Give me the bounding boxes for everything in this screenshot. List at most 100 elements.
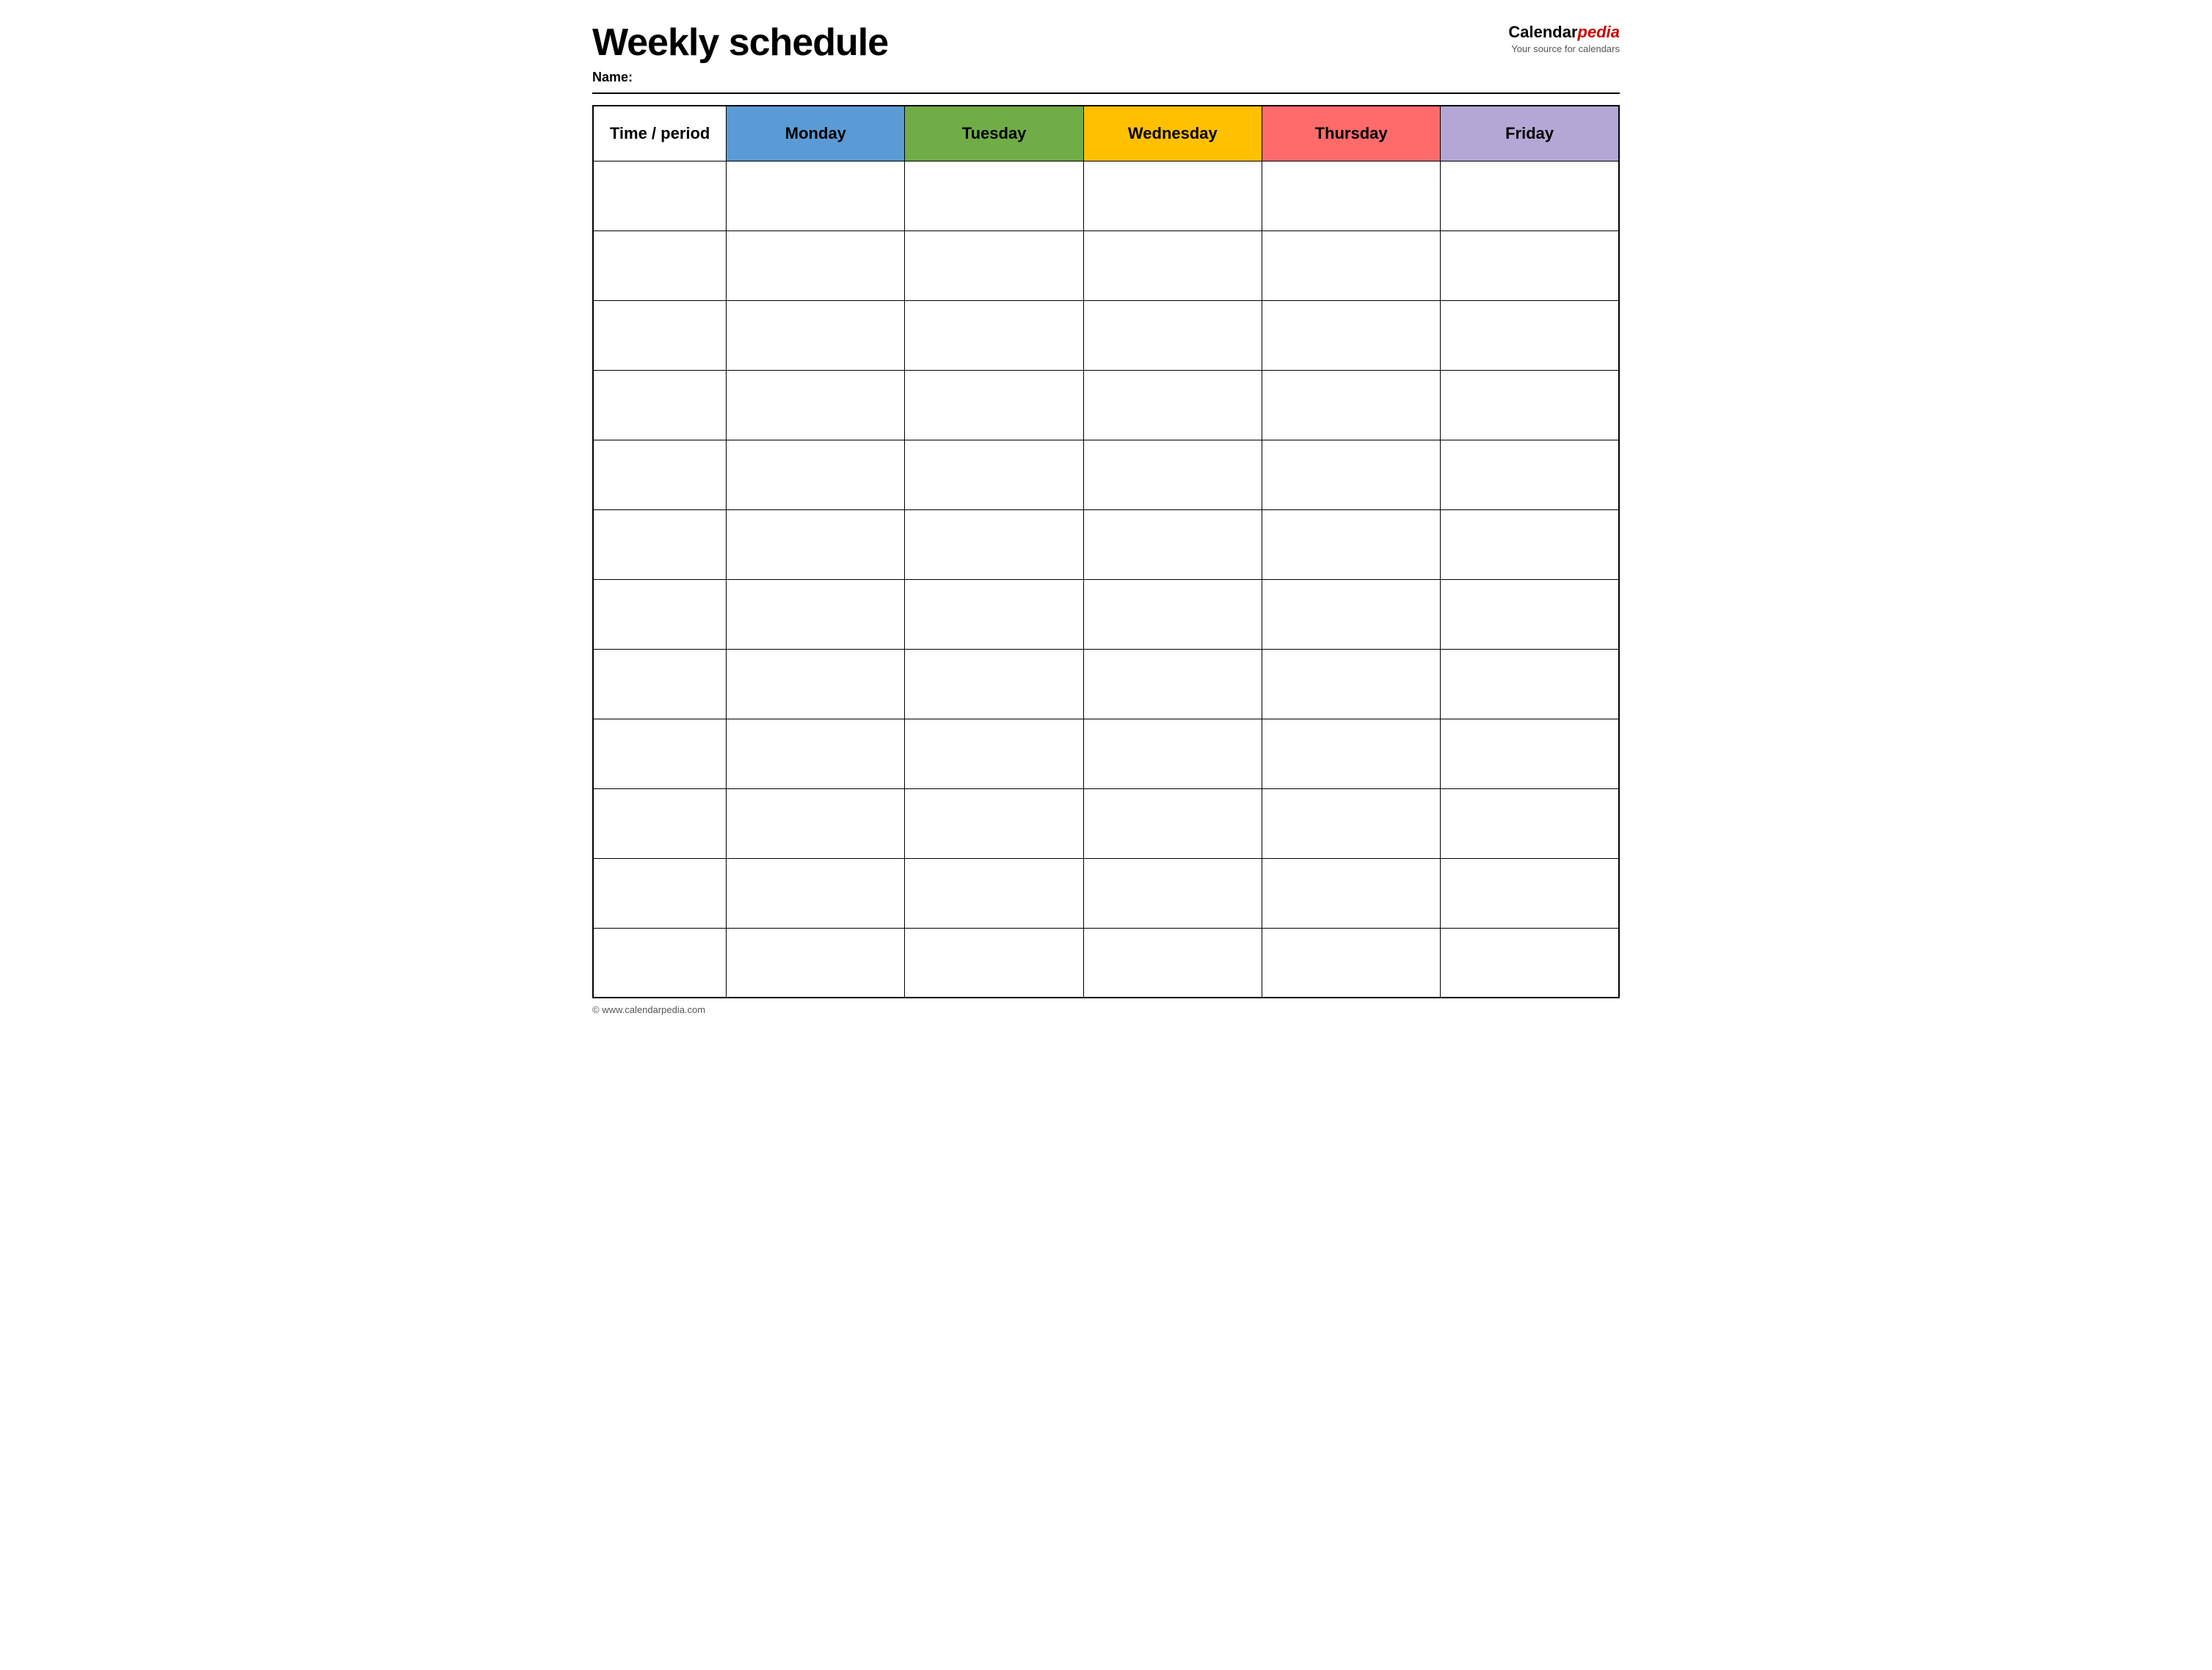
schedule-cell[interactable] [1083, 858, 1262, 928]
table-row [593, 649, 1619, 719]
footer-text: © www.calendarpedia.com [592, 1004, 1620, 1015]
name-label: Name: [592, 70, 888, 85]
schedule-cell[interactable] [905, 719, 1083, 788]
col-header-friday: Friday [1441, 106, 1619, 161]
table-row [593, 788, 1619, 858]
schedule-cell[interactable] [905, 858, 1083, 928]
time-cell[interactable] [593, 509, 727, 579]
schedule-cell[interactable] [727, 370, 905, 440]
schedule-cell[interactable] [1083, 300, 1262, 370]
table-row [593, 579, 1619, 649]
schedule-cell[interactable] [727, 788, 905, 858]
schedule-cell[interactable] [727, 579, 905, 649]
schedule-cell[interactable] [1083, 928, 1262, 998]
time-cell[interactable] [593, 230, 727, 300]
schedule-cell[interactable] [727, 719, 905, 788]
schedule-cell[interactable] [1083, 440, 1262, 509]
schedule-cell[interactable] [1262, 858, 1440, 928]
schedule-cell[interactable] [727, 161, 905, 230]
schedule-cell[interactable] [905, 370, 1083, 440]
schedule-cell[interactable] [1441, 440, 1619, 509]
schedule-cell[interactable] [1441, 788, 1619, 858]
schedule-cell[interactable] [1083, 719, 1262, 788]
schedule-cell[interactable] [1441, 649, 1619, 719]
schedule-cell[interactable] [905, 788, 1083, 858]
schedule-cell[interactable] [1262, 440, 1440, 509]
col-header-thursday: Thursday [1262, 106, 1440, 161]
col-header-monday: Monday [727, 106, 905, 161]
schedule-cell[interactable] [1262, 928, 1440, 998]
schedule-cell[interactable] [1262, 509, 1440, 579]
schedule-cell[interactable] [1262, 649, 1440, 719]
schedule-cell[interactable] [1262, 300, 1440, 370]
schedule-cell[interactable] [727, 230, 905, 300]
schedule-cell[interactable] [905, 928, 1083, 998]
schedule-cell[interactable] [1441, 161, 1619, 230]
header-row: Time / period Monday Tuesday Wednesday T… [593, 106, 1619, 161]
schedule-cell[interactable] [1083, 509, 1262, 579]
schedule-cell[interactable] [1441, 230, 1619, 300]
logo-area: Calendarpedia Your source for calendars [1508, 22, 1620, 55]
schedule-cell[interactable] [905, 440, 1083, 509]
schedule-cell[interactable] [905, 230, 1083, 300]
time-cell[interactable] [593, 579, 727, 649]
schedule-cell[interactable] [905, 579, 1083, 649]
time-cell[interactable] [593, 161, 727, 230]
time-cell[interactable] [593, 370, 727, 440]
logo-tagline: Your source for calendars [1508, 43, 1620, 56]
table-row [593, 300, 1619, 370]
schedule-cell[interactable] [1441, 300, 1619, 370]
col-header-wednesday: Wednesday [1083, 106, 1262, 161]
schedule-cell[interactable] [1262, 579, 1440, 649]
time-cell[interactable] [593, 928, 727, 998]
schedule-cell[interactable] [727, 300, 905, 370]
schedule-cell[interactable] [905, 509, 1083, 579]
time-cell[interactable] [593, 719, 727, 788]
logo-italic: pedia [1578, 23, 1620, 41]
schedule-cell[interactable] [1262, 370, 1440, 440]
schedule-cell[interactable] [727, 858, 905, 928]
schedule-cell[interactable] [1262, 161, 1440, 230]
schedule-cell[interactable] [1083, 370, 1262, 440]
schedule-cell[interactable] [727, 928, 905, 998]
col-header-time: Time / period [593, 106, 727, 161]
time-cell[interactable] [593, 858, 727, 928]
time-cell[interactable] [593, 300, 727, 370]
schedule-cell[interactable] [727, 440, 905, 509]
table-row [593, 509, 1619, 579]
schedule-cell[interactable] [727, 509, 905, 579]
schedule-cell[interactable] [1083, 579, 1262, 649]
table-row [593, 858, 1619, 928]
schedule-cell[interactable] [1441, 370, 1619, 440]
schedule-cell[interactable] [1441, 579, 1619, 649]
schedule-cell[interactable] [1083, 788, 1262, 858]
schedule-cell[interactable] [905, 649, 1083, 719]
table-row [593, 370, 1619, 440]
table-row [593, 719, 1619, 788]
schedule-cell[interactable] [905, 161, 1083, 230]
schedule-cell[interactable] [1262, 230, 1440, 300]
page-title: Weekly schedule [592, 22, 888, 64]
schedule-cell[interactable] [727, 649, 905, 719]
table-row [593, 440, 1619, 509]
schedule-cell[interactable] [1083, 649, 1262, 719]
header-divider [592, 92, 1620, 94]
schedule-cell[interactable] [1441, 858, 1619, 928]
schedule-cell[interactable] [1083, 230, 1262, 300]
time-cell[interactable] [593, 440, 727, 509]
table-row [593, 928, 1619, 998]
schedule-cell[interactable] [1083, 161, 1262, 230]
schedule-cell[interactable] [1441, 719, 1619, 788]
col-header-tuesday: Tuesday [905, 106, 1083, 161]
logo-text: Calendarpedia [1508, 22, 1620, 43]
page-container: Weekly schedule Name: Calendarpedia Your… [592, 22, 1620, 1015]
time-cell[interactable] [593, 788, 727, 858]
schedule-cell[interactable] [905, 300, 1083, 370]
schedule-cell[interactable] [1262, 788, 1440, 858]
table-row [593, 161, 1619, 230]
title-area: Weekly schedule Name: [592, 22, 888, 85]
schedule-cell[interactable] [1441, 509, 1619, 579]
schedule-cell[interactable] [1262, 719, 1440, 788]
time-cell[interactable] [593, 649, 727, 719]
schedule-cell[interactable] [1441, 928, 1619, 998]
